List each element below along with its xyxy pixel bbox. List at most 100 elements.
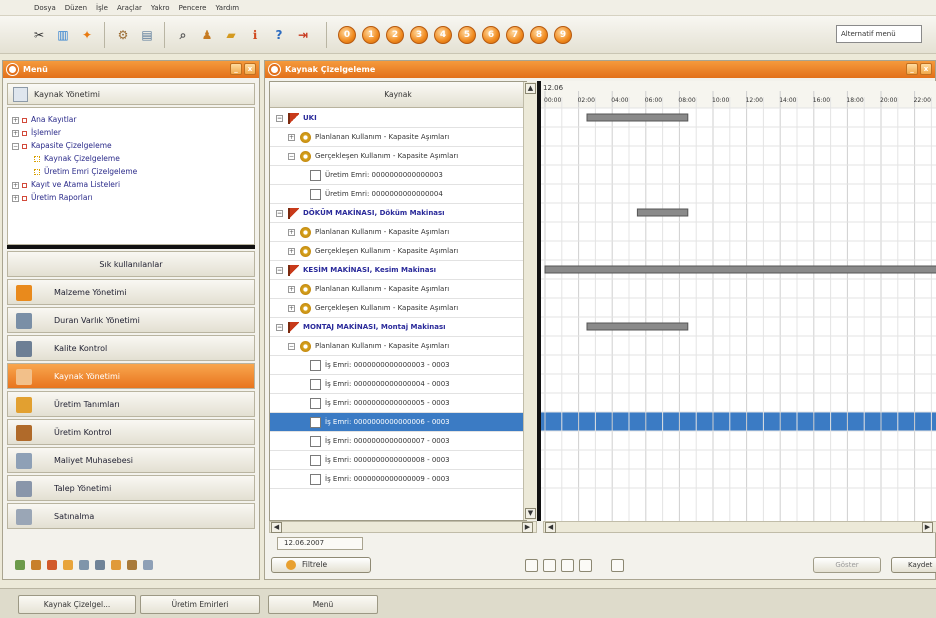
nav-item-maliyet[interactable]: Maliyet Muhasebesi [7,447,255,473]
expand-icon[interactable]: + [288,134,295,141]
module-shortcut-icon[interactable] [143,560,153,570]
show-button[interactable]: Göster [813,557,881,573]
menu-window[interactable]: Pencere [179,4,207,12]
table-row[interactable]: İş Emri: 0000000000000006 - 0003 [270,413,526,432]
window-icon[interactable]: ▤ [136,24,158,46]
nav-item-uretim-tanimlari[interactable]: Üretim Tanımları [7,391,255,417]
tree-item-uretim-emri-cizelgeleme[interactable]: Üretim Emri Çizelgeleme [34,166,137,178]
tree-item-ana-kayitlar[interactable]: + Ana Kayıtlar [12,114,76,126]
collapse-icon[interactable]: − [276,324,283,331]
scroll-down-icon[interactable]: ▼ [525,508,536,519]
date-tab[interactable]: 12.06.2007 [277,537,363,550]
table-row[interactable]: Üretim Emri: 0000000000000004 [270,185,526,204]
collapse-icon[interactable]: − [276,267,283,274]
tree-item-kapasite-cizelgeleme[interactable]: − Kapasite Çizelgeleme [12,140,112,152]
table-row[interactable]: İş Emri: 0000000000000003 - 0003 [270,356,526,375]
number-button-1[interactable]: 1 [362,26,380,44]
module-shortcut-icon[interactable] [31,560,41,570]
expand-icon[interactable]: + [288,286,295,293]
task-kaynak-cizelgeleme[interactable]: Kaynak Çizelgel... [18,595,136,614]
table-row[interactable]: İş Emri: 0000000000000007 - 0003 [270,432,526,451]
table-row[interactable]: + Gerçekleşen Kullanım - Kapasite Aşımlar… [270,299,526,318]
table-row[interactable]: − MONTAJ MAKİNASI, Montaj Makinası [270,318,526,337]
task-menu[interactable]: Menü [268,595,378,614]
number-button-4[interactable]: 4 [434,26,452,44]
number-button-9[interactable]: 9 [554,26,572,44]
table-row[interactable]: İş Emri: 0000000000000004 - 0003 [270,375,526,394]
number-button-6[interactable]: 6 [482,26,500,44]
collapse-icon[interactable]: − [288,343,295,350]
nav-item-talep[interactable]: Talep Yönetimi [7,475,255,501]
search-icon[interactable]: ⌕ [172,24,194,46]
table-row[interactable]: Üretim Emri: 0000000000000003 [270,166,526,185]
nav-item-satinalma[interactable]: Satınalma [7,503,255,529]
filter-button[interactable]: Filtrele [271,557,371,573]
undo-icon[interactable] [525,559,538,572]
module-shortcut-icon[interactable] [111,560,121,570]
module-header[interactable]: Kaynak Yönetimi [7,83,255,105]
table-row[interactable]: + Planlanan Kullanım - Kapasite Aşımları [270,223,526,242]
frequent-header[interactable]: Sık kullanılanlar [7,251,255,277]
save-button[interactable]: Kaydet [891,557,936,573]
tree-item-kaynak-cizelgeleme[interactable]: Kaynak Çizelgeleme [34,153,120,165]
gantt-bar[interactable] [544,265,936,274]
scroll-left-icon[interactable]: ◀ [271,522,282,533]
expand-icon[interactable]: + [12,181,19,189]
menu-file[interactable]: Dosya [34,4,56,12]
tree-item-uretim-raporlari[interactable]: + Üretim Raporları [12,192,93,204]
number-button-8[interactable]: 8 [530,26,548,44]
info-icon[interactable]: ℹ [244,24,266,46]
collapse-icon[interactable]: − [12,142,19,150]
tree-item-islemler[interactable]: + İşlemler [12,127,61,139]
table-row[interactable]: − Planlanan Kullanım - Kapasite Aşımları [270,337,526,356]
column-header-kaynak[interactable]: Kaynak [270,82,526,108]
table-row[interactable]: − DÖKÜM MAKİNASI, Döküm Makinası [270,204,526,223]
star-icon[interactable]: ✦ [76,24,98,46]
module-shortcut-icon[interactable] [127,560,137,570]
task-uretim-emirleri[interactable]: Üretim Emirleri [140,595,260,614]
collapse-icon[interactable]: − [288,153,295,160]
table-row[interactable]: + Gerçekleşen Kullanım - Kapasite Aşımlar… [270,242,526,261]
number-button-3[interactable]: 3 [410,26,428,44]
zoom-in-icon[interactable] [543,559,556,572]
folder-icon[interactable]: ▰ [220,24,242,46]
help-icon[interactable]: ? [268,24,290,46]
expand-icon[interactable]: + [12,129,19,137]
collapse-icon[interactable]: − [276,115,283,122]
minimize-icon[interactable]: _ [906,63,918,75]
gantt-bar[interactable] [636,208,689,217]
nav-item-malzeme[interactable]: Malzeme Yönetimi [7,279,255,305]
module-shortcut-icon[interactable] [79,560,89,570]
table-row[interactable]: − UKI [270,109,526,128]
chart-icon[interactable]: ▥ [52,24,74,46]
nav-item-kalite[interactable]: Kalite Kontrol [7,335,255,361]
exit-icon[interactable]: ⇥ [292,24,314,46]
expand-icon[interactable]: + [288,248,295,255]
nav-item-uretim-kontrol[interactable]: Üretim Kontrol [7,419,255,445]
scroll-right-icon[interactable]: ▶ [922,522,933,533]
scroll-left-icon[interactable]: ◀ [545,522,556,533]
gantt-chart[interactable]: 12.06 00:00 02:00 04:00 06:00 08:00 10:00 12:00… [537,81,936,521]
menu-tools[interactable]: Araçlar [117,4,142,12]
zoom-out-icon[interactable] [561,559,574,572]
close-icon[interactable]: x [920,63,932,75]
expand-icon[interactable]: + [288,305,295,312]
menu-help[interactable]: Yardım [215,4,239,12]
menu-macro[interactable]: Yakro [151,4,170,12]
tool-icon[interactable]: ✂ [28,24,50,46]
gantt-horizontal-scrollbar[interactable]: ◀ ▶ [543,521,936,533]
module-shortcut-icon[interactable] [15,560,25,570]
tree-item-kayit-atama-listeleri[interactable]: + Kayıt ve Atama Listeleri [12,179,120,191]
table-row[interactable]: + Planlanan Kullanım - Kapasite Aşımları [270,280,526,299]
module-shortcut-icon[interactable] [47,560,57,570]
expand-icon[interactable]: + [12,194,19,202]
number-button-7[interactable]: 7 [506,26,524,44]
module-shortcut-icon[interactable] [63,560,73,570]
number-button-0[interactable]: 0 [338,26,356,44]
menu-edit[interactable]: Düzen [65,4,87,12]
alternative-menu-select[interactable]: Alternatif menü [836,25,922,43]
collapse-icon[interactable]: − [276,210,283,217]
scroll-up-icon[interactable]: ▲ [525,83,536,94]
table-row[interactable]: + Planlanan Kullanım - Kapasite Aşımları [270,128,526,147]
grid-vertical-scrollbar[interactable]: ▲ ▼ [523,82,537,520]
